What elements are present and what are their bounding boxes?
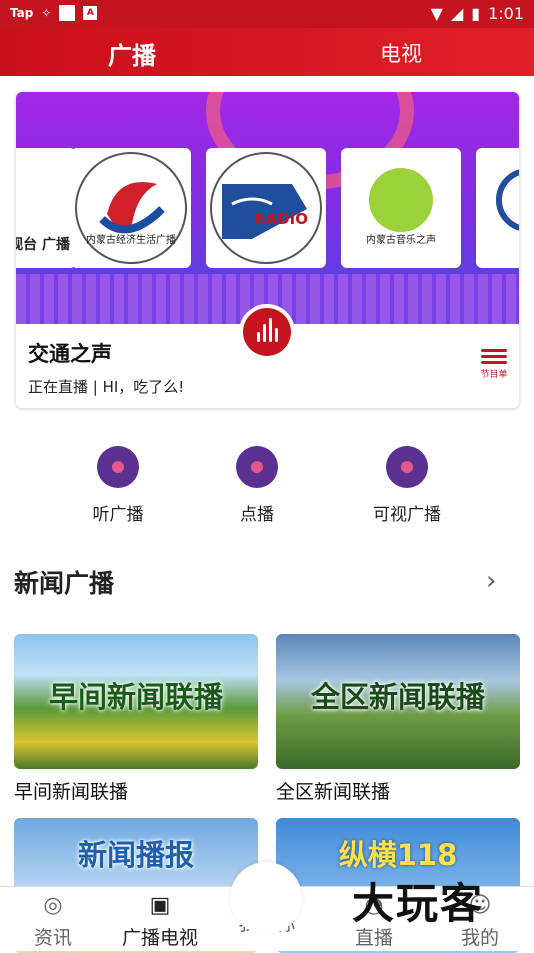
station-logo-card[interactable]: 电视台 广播 xyxy=(16,148,76,268)
wifi-icon: ▼ xyxy=(430,4,443,23)
program-thumbnail-title: 新闻播报 xyxy=(77,838,194,872)
tap-disc-icon xyxy=(236,446,278,488)
program-thumbnail-title: 全区新闻联播 xyxy=(310,680,485,714)
program-caption: 全区新闻联播 xyxy=(276,781,391,803)
station-logo-label: RADIO xyxy=(254,210,308,228)
list-icon xyxy=(481,349,507,352)
station-logo-card[interactable]: 内蒙古音乐之声 xyxy=(341,148,461,268)
tab-tv[interactable]: 电视 xyxy=(380,38,422,68)
nav-label: 资讯 xyxy=(33,927,72,949)
station-banner[interactable]: 电视台 广播 内蒙古经济生活广播 RADIO 内蒙古音乐之声 交通之声 正在直播… xyxy=(16,92,519,408)
live-play-button[interactable] xyxy=(239,304,295,360)
schedule-label: 节目单 xyxy=(480,370,508,380)
economy-radio-logo xyxy=(75,152,187,264)
station-logo-card[interactable]: RADIO xyxy=(206,148,326,268)
quick-action-visual-radio[interactable]: 可视广播 xyxy=(352,446,462,525)
radio-logo xyxy=(210,152,322,264)
music-disc-icon xyxy=(97,446,139,488)
quick-action-on-demand[interactable]: 点播 xyxy=(202,446,312,525)
program-card[interactable]: 全区新闻联播 全区新闻联播 xyxy=(276,634,520,804)
chevron-right-icon[interactable]: › xyxy=(486,566,496,596)
nav-help[interactable]: ☊ 我帮你 xyxy=(217,873,317,936)
program-card[interactable]: 早间新闻联播 早间新闻联播 xyxy=(14,634,258,804)
program-thumbnail: 早间新闻联播 xyxy=(14,634,258,769)
notification-icon xyxy=(59,5,76,21)
program-caption: 早间新闻联播 xyxy=(14,781,129,803)
status-left-text: Tap xyxy=(10,6,34,20)
watermark: 大玩客 xyxy=(352,879,485,928)
audio-wave-icon xyxy=(243,308,291,356)
radio-icon: ▣ xyxy=(149,893,171,918)
nav-label: 广播电视 xyxy=(121,927,198,949)
program-thumbnail-title: 早间新闻联播 xyxy=(48,680,223,714)
mongolian-radio-logo xyxy=(496,168,519,232)
status-bar: Tap ✧ A ▼ ◢ ▮ 1:01 xyxy=(0,0,534,28)
banner-background: 电视台 广播 内蒙古经济生活广播 RADIO 内蒙古音乐之声 xyxy=(16,92,519,324)
station-logo-card[interactable]: 内蒙古经济生活广播 xyxy=(71,148,191,268)
planet-icon: ◎ xyxy=(43,893,63,918)
nav-news[interactable]: ◎ 资讯 xyxy=(3,887,103,950)
station-logo-label: 电视台 广播 xyxy=(16,237,70,253)
nav-radio-tv[interactable]: ▣ 广播电视 xyxy=(110,887,210,950)
program-thumbnail: 全区新闻联播 xyxy=(276,634,520,769)
status-time: 1:01 xyxy=(488,4,524,23)
station-logo-label: 内蒙古音乐之声 xyxy=(366,235,436,246)
a-icon: A xyxy=(83,6,98,20)
headset-icon: ☊ xyxy=(257,879,277,904)
program-thumbnail-title: 纵横118 xyxy=(338,838,458,872)
station-logo-card[interactable] xyxy=(476,148,519,268)
station-logo-label: 内蒙古经济生活广播 xyxy=(86,235,176,246)
battery-icon: ▮ xyxy=(471,4,481,23)
quick-action-label: 点播 xyxy=(240,505,274,525)
quick-action-listen[interactable]: 听广播 xyxy=(63,446,173,525)
video-disc-icon xyxy=(386,446,428,488)
nav-label: 我帮你 xyxy=(238,913,296,935)
top-tab-bar: 广播 电视 xyxy=(0,28,534,76)
sync-icon: ✧ xyxy=(41,6,52,20)
station-title: 交通之声 xyxy=(28,342,112,366)
tab-broadcast[interactable]: 广播 xyxy=(108,36,156,71)
quick-action-label: 可视广播 xyxy=(373,505,441,525)
station-status: 正在直播 | HI，吃了么! xyxy=(28,378,185,396)
schedule-button[interactable]: 节目单 xyxy=(479,346,509,380)
music-radio-logo xyxy=(369,168,433,232)
signal-icon: ◢ xyxy=(450,4,464,23)
quick-action-label: 听广播 xyxy=(92,505,144,525)
section-title: 新闻广播 xyxy=(14,569,115,598)
